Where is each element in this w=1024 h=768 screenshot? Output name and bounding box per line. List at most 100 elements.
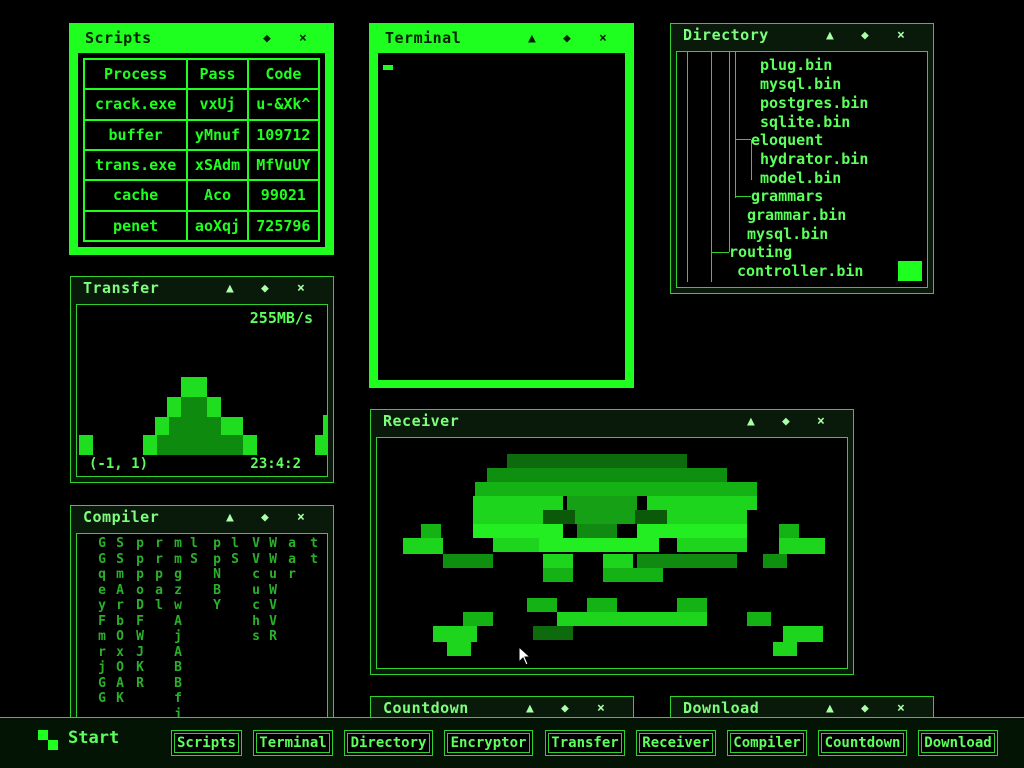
terminal-window[interactable]: Terminal ▲ ◆ × — [369, 23, 634, 388]
scripts-titlebar[interactable]: Scripts ◆ × — [73, 27, 330, 49]
compiler-titlebar[interactable]: Compiler ▲ ◆ × — [71, 506, 333, 528]
taskbar-button-directory[interactable]: Directory — [344, 730, 433, 756]
minimize-icon[interactable]: ▲ — [528, 31, 536, 46]
move-icon[interactable]: ◆ — [782, 414, 790, 429]
terminal-titlebar[interactable]: Terminal ▲ ◆ × — [373, 27, 630, 49]
skull-pixel — [587, 598, 617, 612]
close-icon[interactable]: × — [817, 414, 825, 429]
taskbar-button-transfer[interactable]: Transfer — [545, 730, 625, 756]
tree-item[interactable]: hydrator.bin — [760, 150, 868, 168]
transfer-window[interactable]: Transfer ▲ ◆ × 255MB/s (-1, 1) 23:4:2 — [70, 276, 334, 483]
code-column: p p N B Y — [213, 536, 221, 613]
tree-folder[interactable]: routing — [729, 243, 792, 261]
code-cell: 99021 — [246, 179, 321, 212]
tree-item[interactable]: mysql.bin — [747, 225, 828, 243]
receiver-titlebar[interactable]: Receiver ▲ ◆ × — [371, 410, 853, 432]
taskbar-button-countdown[interactable]: Countdown — [818, 730, 907, 756]
table-row[interactable]: trans.exe xSAdm MfVuUY — [82, 148, 321, 182]
skull-pixel — [567, 496, 637, 510]
skull-pixel — [783, 626, 823, 642]
countdown-titlebar[interactable]: Countdown ▲ ◆ × — [371, 697, 633, 719]
minimize-icon[interactable]: ▲ — [226, 510, 234, 525]
minimize-icon[interactable]: ▲ — [826, 701, 834, 716]
process-cell: crack.exe — [82, 88, 189, 121]
move-icon[interactable]: ◆ — [563, 31, 571, 46]
column-header[interactable]: Code — [246, 57, 321, 91]
move-icon[interactable]: ◆ — [261, 281, 269, 296]
signal-block — [207, 397, 221, 417]
start-label: Start — [68, 728, 120, 748]
download-titlebar[interactable]: Download ▲ ◆ × — [671, 697, 933, 719]
tree-item[interactable]: plug.bin — [760, 56, 832, 74]
window-title: Countdown — [383, 699, 469, 717]
receiver-window[interactable]: Receiver ▲ ◆ × — [370, 409, 854, 675]
signal-block — [181, 377, 207, 397]
directory-window[interactable]: Directory ▲ ◆ × plug.bin mysql.bin postg… — [670, 23, 934, 294]
skull-pixel — [421, 524, 441, 538]
tree-item[interactable]: grammar.bin — [747, 206, 846, 224]
taskbar-button-terminal[interactable]: Terminal — [253, 730, 333, 756]
taskbar-button-receiver[interactable]: Receiver — [636, 730, 716, 756]
tree-item[interactable]: model.bin — [760, 169, 841, 187]
skull-pixel — [747, 612, 771, 626]
code-column: V V c u c h s — [252, 536, 260, 644]
skull-pixel — [667, 510, 747, 524]
window-title: Transfer — [83, 279, 160, 297]
tree-item[interactable]: mysql.bin — [760, 75, 841, 93]
tree-item[interactable]: sqlite.bin — [760, 113, 850, 131]
taskbar: Start Scripts Terminal Directory Encrypt… — [0, 717, 1024, 768]
close-icon[interactable]: × — [297, 510, 305, 525]
column-header[interactable]: Pass — [186, 57, 249, 91]
column-header[interactable]: Process — [82, 57, 189, 91]
tree-folder[interactable]: grammars — [751, 187, 823, 205]
move-icon[interactable]: ◆ — [861, 701, 869, 716]
close-icon[interactable]: × — [299, 31, 307, 46]
table-row[interactable]: penet aoXqj 725796 — [82, 209, 321, 243]
code-column: W W u W V V R — [269, 536, 277, 644]
move-icon[interactable]: ◆ — [861, 28, 869, 43]
move-icon[interactable]: ◆ — [561, 701, 569, 716]
window-title: Terminal — [385, 29, 462, 47]
close-icon[interactable]: × — [599, 31, 607, 46]
signal-block — [155, 417, 169, 437]
code-cell: 109712 — [246, 118, 321, 151]
window-title: Scripts — [85, 29, 152, 47]
transfer-graph: 255MB/s (-1, 1) 23:4:2 — [76, 304, 328, 477]
pass-cell: Aco — [186, 179, 249, 212]
move-icon[interactable]: ◆ — [261, 510, 269, 525]
receiver-display — [376, 437, 848, 669]
code-column: t t — [310, 536, 318, 567]
close-icon[interactable]: × — [297, 281, 305, 296]
code-column: l S — [190, 536, 198, 567]
code-cell: 725796 — [246, 209, 321, 243]
close-icon[interactable]: × — [597, 701, 605, 716]
minimize-icon[interactable]: ▲ — [526, 701, 534, 716]
terminal-body[interactable] — [378, 53, 625, 380]
minimize-icon[interactable]: ▲ — [747, 414, 755, 429]
signal-block — [315, 435, 327, 455]
taskbar-button-download[interactable]: Download — [918, 730, 998, 756]
code-column: r r p a l — [155, 536, 163, 613]
tree-item[interactable]: postgres.bin — [760, 94, 868, 112]
table-row[interactable]: buffer yMnuf 109712 — [82, 118, 321, 151]
minimize-icon[interactable]: ▲ — [226, 281, 234, 296]
close-icon[interactable]: × — [897, 701, 905, 716]
table-row[interactable]: cache Aco 99021 — [82, 179, 321, 212]
desktop: Scripts ◆ × Process Pass Code crack.exe … — [0, 0, 1024, 768]
scripts-window[interactable]: Scripts ◆ × Process Pass Code crack.exe … — [69, 23, 334, 255]
move-icon[interactable]: ◆ — [263, 31, 271, 46]
tree-folder[interactable]: eloquent — [751, 131, 823, 149]
taskbar-button-encryptor[interactable]: Encryptor — [444, 730, 533, 756]
minimize-icon[interactable]: ▲ — [826, 28, 834, 43]
code-cell: MfVuUY — [246, 148, 321, 182]
scrollbar-thumb[interactable] — [898, 261, 922, 281]
table-row[interactable]: crack.exe vxUj u-&Xk^ — [82, 88, 321, 121]
taskbar-button-scripts[interactable]: Scripts — [171, 730, 242, 756]
transfer-titlebar[interactable]: Transfer ▲ ◆ × — [71, 277, 333, 299]
taskbar-button-compiler[interactable]: Compiler — [727, 730, 807, 756]
directory-titlebar[interactable]: Directory ▲ ◆ × — [671, 24, 933, 46]
compiler-window[interactable]: Compiler ▲ ◆ × G G q e y F m r j G GS S … — [70, 505, 334, 730]
tree-item[interactable]: controller.bin — [737, 262, 863, 280]
close-icon[interactable]: × — [897, 28, 905, 43]
skull-pixel — [493, 538, 539, 552]
